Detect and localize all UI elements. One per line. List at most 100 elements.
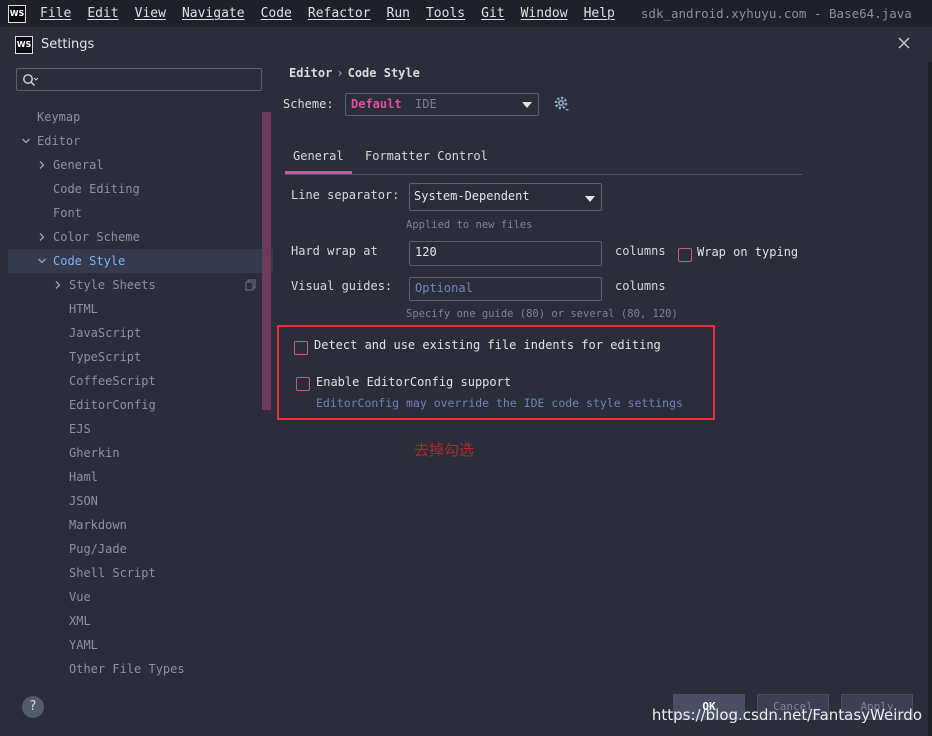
chevron-right-icon[interactable] (38, 161, 46, 169)
tab-general[interactable]: General (285, 148, 352, 174)
sidebar-item-label: Style Sheets (69, 278, 156, 292)
app-logo: WS (8, 4, 26, 23)
sidebar-item[interactable]: Pug/Jade (8, 537, 273, 561)
visual-guides-label: Visual guides: (291, 279, 393, 293)
menu-file[interactable]: File (36, 6, 75, 21)
sidebar-item-label: Code Editing (53, 182, 140, 196)
code-style-panel: Editor › Code Style Scheme: Default IDE Ge… (275, 62, 932, 736)
menu-code[interactable]: Code (257, 6, 296, 21)
wrap-on-typing-label[interactable]: Wrap on typing (697, 245, 798, 259)
sidebar-item-label: Gherkin (69, 446, 120, 460)
sidebar-item-label: Keymap (37, 110, 81, 124)
menu-view[interactable]: View (131, 6, 170, 21)
sidebar-item[interactable]: Shell Script (8, 561, 273, 585)
sidebar-item[interactable]: YAML (8, 633, 273, 657)
help-button[interactable]: ? (22, 696, 44, 718)
sidebar-item[interactable]: Color Scheme (8, 225, 273, 249)
dialog-app-icon: WS (15, 35, 33, 54)
visual-guides-input[interactable]: Optional (409, 277, 602, 301)
search-icon (23, 74, 38, 87)
sidebar-item[interactable]: TypeScript (8, 345, 273, 369)
watermark-text: https://blog.csdn.net/FantasyWeirdo (651, 706, 922, 724)
window-title: sdk_android.xyhuyu.com - Base64.java (640, 6, 912, 21)
breadcrumb-parent[interactable]: Editor (289, 66, 332, 80)
sidebar-item[interactable]: General (8, 153, 273, 177)
detect-indents-label[interactable]: Detect and use existing file indents for… (314, 338, 661, 352)
sidebar-item[interactable]: Other File Types (8, 657, 273, 681)
breadcrumb-separator: › (336, 66, 344, 80)
sidebar-item[interactable]: Vue (8, 585, 273, 609)
sidebar-item-label: TypeScript (69, 350, 142, 364)
line-separator-value: System-Dependent (414, 189, 530, 203)
close-icon[interactable] (896, 35, 912, 51)
scheme-dropdown[interactable]: Default IDE (345, 93, 539, 116)
menu-help[interactable]: Help (580, 6, 619, 21)
tab-bar: General Formatter Control (285, 142, 802, 175)
chevron-right-icon[interactable] (38, 233, 46, 241)
settings-search-input[interactable] (16, 68, 262, 91)
chevron-down-icon (522, 102, 532, 108)
sidebar-scrollbar[interactable] (262, 112, 271, 410)
editorconfig-label[interactable]: Enable EditorConfig support (316, 375, 511, 389)
sidebar-item-label: Font (53, 206, 82, 220)
sidebar-item-label: Code Style (53, 254, 126, 268)
sidebar-item-label: Pug/Jade (69, 542, 127, 556)
settings-tree: Keymap Editor General Code Editing Font Color… (8, 105, 273, 681)
breadcrumb-current: Code Style (347, 66, 420, 80)
sidebar-item-label: Color Scheme (53, 230, 140, 244)
sidebar-item-label: General (53, 158, 104, 172)
line-separator-dropdown[interactable]: System-Dependent (409, 183, 602, 211)
sidebar-item[interactable]: Code Style (8, 249, 273, 273)
menu-git[interactable]: Git (477, 6, 508, 21)
copy-icon (245, 279, 256, 291)
menu-run[interactable]: Run (383, 6, 414, 21)
menu-refactor[interactable]: Refactor (304, 6, 375, 21)
sidebar-item-label: Markdown (69, 518, 127, 532)
menu-bar: WS File Edit View Navigate Code Refactor… (0, 0, 932, 27)
sidebar-item[interactable]: JSON (8, 489, 273, 513)
sidebar-item[interactable]: HTML (8, 297, 273, 321)
sidebar-item[interactable]: EJS (8, 417, 273, 441)
sidebar-item-label: Other File Types (69, 662, 185, 676)
chevron-right-icon[interactable] (54, 281, 62, 289)
sidebar-item-label: HTML (69, 302, 98, 316)
sidebar-item[interactable]: Style Sheets (8, 273, 273, 297)
wrap-on-typing-checkbox[interactable] (678, 248, 692, 262)
sidebar-item-label: Shell Script (69, 566, 156, 580)
menu-window[interactable]: Window (517, 6, 572, 21)
editorconfig-hint: EditorConfig may override the IDE code s… (316, 396, 683, 410)
sidebar-item[interactable]: Keymap (8, 105, 273, 129)
sidebar-item-label: Vue (69, 590, 91, 604)
menu-tools[interactable]: Tools (422, 6, 469, 21)
settings-sidebar: Keymap Editor General Code Editing Font Color… (8, 62, 273, 736)
sidebar-item-label: Editor (37, 134, 81, 148)
sidebar-item[interactable]: Code Editing (8, 177, 273, 201)
sidebar-item[interactable]: XML (8, 609, 273, 633)
dialog-header: WS Settings (0, 27, 932, 62)
line-separator-hint: Applied to new files (406, 219, 533, 231)
detect-indents-checkbox[interactable] (294, 341, 308, 355)
sidebar-item-label: EJS (69, 422, 91, 436)
sidebar-item[interactable]: Editor (8, 129, 273, 153)
hard-wrap-input[interactable]: 120 (409, 241, 602, 266)
sidebar-item[interactable]: Gherkin (8, 441, 273, 465)
visual-guides-hint: Specify one guide (80) or several (80, 1… (406, 308, 678, 320)
sidebar-item[interactable]: JavaScript (8, 321, 273, 345)
hard-wrap-label: Hard wrap at (291, 244, 378, 258)
menu-navigate[interactable]: Navigate (178, 6, 249, 21)
sidebar-item[interactable]: EditorConfig (8, 393, 273, 417)
chevron-down-icon[interactable] (22, 137, 30, 145)
sidebar-item[interactable]: Font (8, 201, 273, 225)
sidebar-item[interactable]: Markdown (8, 513, 273, 537)
tab-formatter-control[interactable]: Formatter Control (357, 148, 496, 174)
chevron-down-icon[interactable] (38, 257, 46, 265)
sidebar-item-label: JavaScript (69, 326, 142, 340)
sidebar-item-label: XML (69, 614, 91, 628)
scheme-value: Default (351, 97, 402, 111)
sidebar-item[interactable]: Haml (8, 465, 273, 489)
sidebar-item[interactable]: CoffeeScript (8, 369, 273, 393)
gear-icon[interactable] (553, 95, 571, 113)
line-separator-label: Line separator: (291, 188, 400, 202)
editorconfig-checkbox[interactable] (296, 377, 310, 391)
menu-edit[interactable]: Edit (83, 6, 122, 21)
